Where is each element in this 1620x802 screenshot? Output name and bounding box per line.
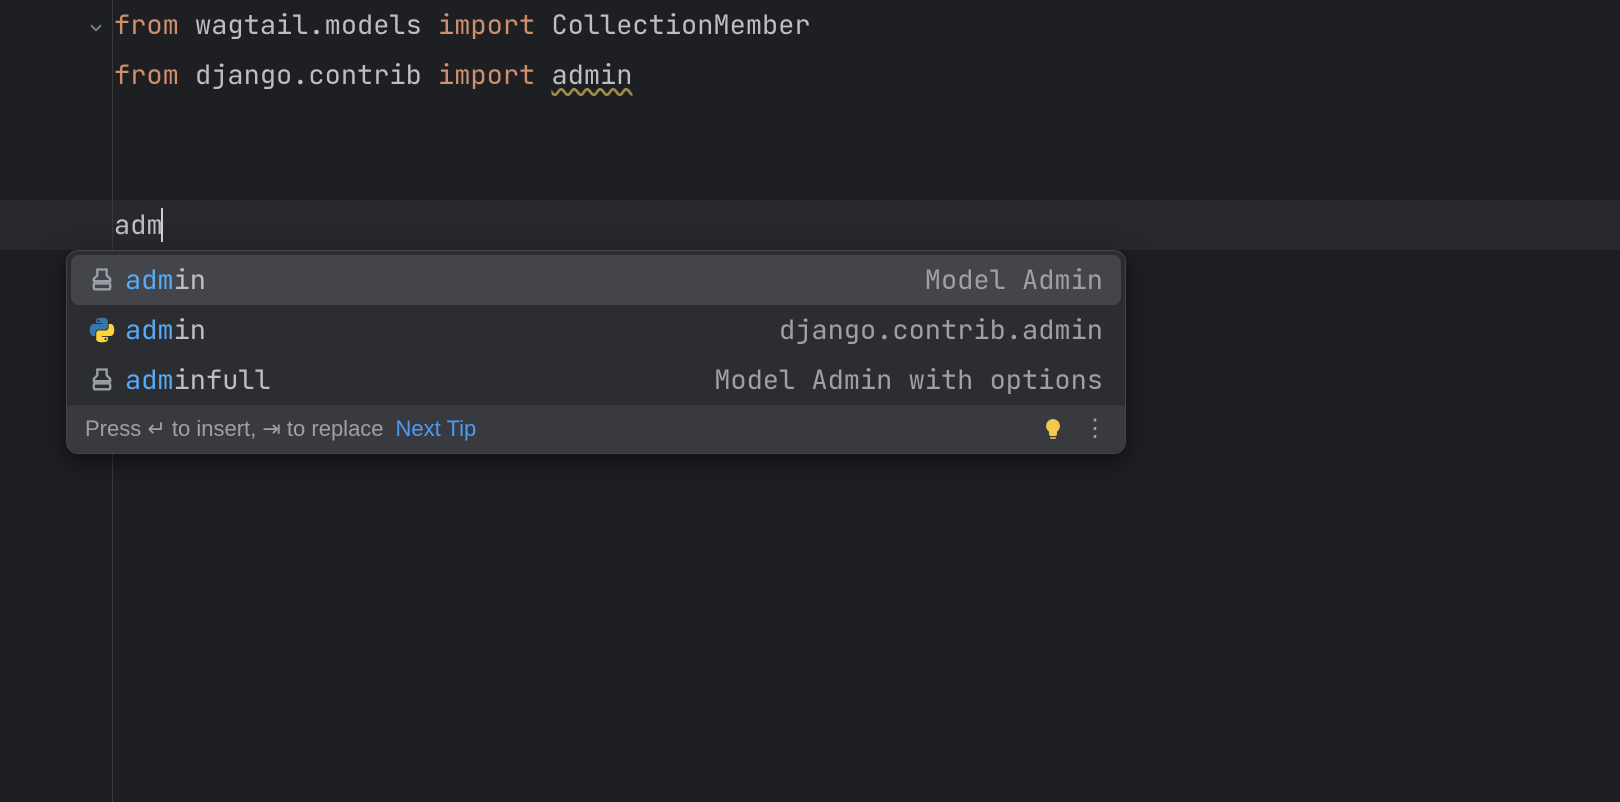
code-line[interactable]: from django.contrib import admin: [114, 50, 1620, 100]
keyword: from: [114, 7, 179, 43]
lightbulb-icon[interactable]: [1041, 417, 1065, 441]
completion-item[interactable]: admin Model Admin: [71, 255, 1121, 305]
completion-hint: Model Admin with options: [714, 362, 1103, 398]
footer-tip-text: Press ↵ to insert, ⇥ to replace: [85, 416, 384, 442]
completion-item[interactable]: admin django.contrib.admin: [67, 305, 1125, 355]
module-path: django.contrib: [195, 57, 422, 93]
keyword: import: [438, 57, 535, 93]
code-area[interactable]: from wagtail.models import CollectionMem…: [114, 0, 1620, 100]
code-line[interactable]: from wagtail.models import CollectionMem…: [114, 0, 1620, 50]
completion-name: admin: [125, 262, 206, 298]
more-options-icon[interactable]: ⋮: [1083, 427, 1107, 431]
module-path: wagtail.models: [195, 7, 422, 43]
live-template-icon: [85, 263, 119, 297]
completion-hint: Model Admin: [925, 262, 1103, 298]
typed-chars: adm: [114, 207, 163, 243]
completion-hint: django.contrib.admin: [779, 312, 1103, 348]
current-line-highlight: [0, 200, 1620, 250]
live-template-icon: [85, 363, 119, 397]
caret: [161, 208, 163, 242]
code-editor[interactable]: from wagtail.models import CollectionMem…: [0, 0, 1620, 802]
fold-toggle-icon[interactable]: [84, 16, 108, 40]
completion-footer: Press ↵ to insert, ⇥ to replace Next Tip…: [67, 405, 1125, 453]
next-tip-link[interactable]: Next Tip: [396, 416, 477, 442]
keyword: from: [114, 57, 179, 93]
completion-popup[interactable]: admin Model Admin admin django.contrib.a…: [66, 250, 1126, 454]
typed-text[interactable]: adm: [114, 200, 163, 250]
completion-item[interactable]: adminfull Model Admin with options: [67, 355, 1125, 405]
completion-name: adminfull: [125, 362, 271, 398]
identifier: CollectionMember: [551, 7, 810, 43]
identifier-warning: admin: [551, 57, 632, 93]
keyword: import: [438, 7, 535, 43]
python-module-icon: [85, 313, 119, 347]
completion-name: admin: [125, 312, 206, 348]
